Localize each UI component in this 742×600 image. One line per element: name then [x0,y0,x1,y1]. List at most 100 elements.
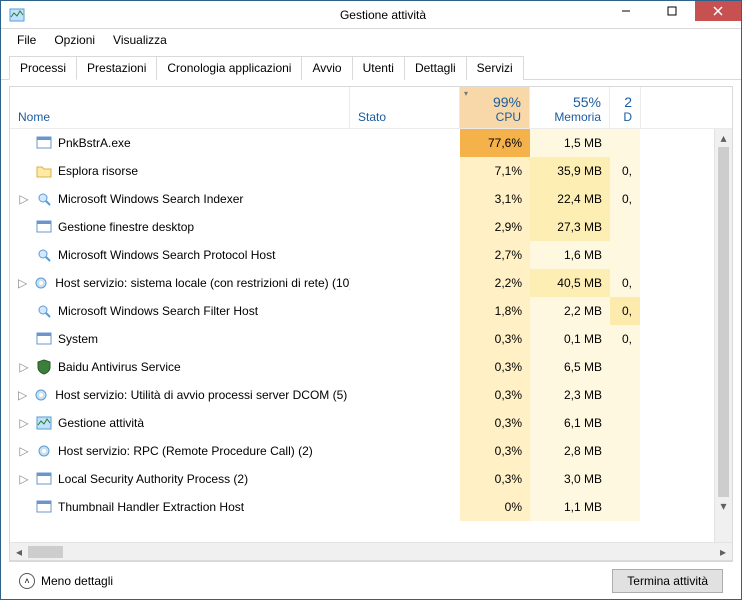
column-name-label: Nome [18,110,50,124]
table-row[interactable]: ▷PnkBstrA.exe77,6%1,5 MB [10,129,714,157]
cell-disk [610,465,640,493]
table-row[interactable]: ▷Esplora risorse7,1%35,9 MB0, [10,157,714,185]
tab-details[interactable]: Dettagli [404,56,467,80]
cell-disk [610,129,640,157]
column-memory[interactable]: 55% Memoria [530,87,610,128]
scroll-thumb-vertical[interactable] [718,147,729,497]
grid-header: Nome Stato ▾ 99% CPU 55% Memoria 2 D [10,87,732,129]
table-row[interactable]: ▷ Host servizio: Utilità di avvio process… [10,381,714,409]
expand-icon[interactable]: ▷ [18,193,30,205]
footer: ˄ Meno dettagli Termina attività [9,561,733,599]
tab-services[interactable]: Servizi [466,56,524,80]
process-name: Gestione attività [58,416,144,430]
scroll-left-button[interactable]: ◂ [10,543,28,561]
table-row[interactable]: ▷ Microsoft Windows Search Indexer 3,1%22,… [10,185,714,213]
minimize-button[interactable] [603,1,649,21]
cell-memory: 3,0 MB [530,465,610,493]
expand-icon[interactable]: ▷ [18,277,27,289]
cell-name: ▷Host servizio: RPC (Remote Procedure Ca… [10,437,350,465]
column-disk[interactable]: 2 D [610,87,640,128]
cell-disk: 0, [610,269,640,297]
gear-icon [36,443,52,459]
process-name: Local Security Authority Process (2) [58,472,248,486]
tab-startup[interactable]: Avvio [301,56,352,80]
process-name: Microsoft Windows Search Indexer [58,192,243,206]
scroll-up-button[interactable]: ▴ [715,129,732,147]
column-memory-label: Memoria [538,110,601,124]
close-button[interactable] [695,1,741,21]
table-row[interactable]: ▷Microsoft Windows Search Protocol Host2… [10,241,714,269]
cell-cpu: 7,1% [460,157,530,185]
process-name: Host servizio: Utilità di avvio processi… [55,388,347,402]
column-cpu[interactable]: ▾ 99% CPU [460,87,530,128]
table-row[interactable]: ▷Host servizio: RPC (Remote Procedure Ca… [10,437,714,465]
cell-memory: 22,4 MB [530,185,610,213]
collapse-icon: ˄ [19,573,35,589]
table-row[interactable]: ▷Local Security Authority Process (2)0,3… [10,465,714,493]
expand-icon[interactable]: ▷ [18,473,30,485]
horizontal-scrollbar[interactable]: ◂ ▸ [10,542,732,560]
expand-icon[interactable]: ▷ [18,417,30,429]
cell-name: ▷ Microsoft Windows Search Indexer [10,185,350,213]
cell-disk: 0, [610,297,640,325]
cell-status [350,241,460,269]
process-name: Host servizio: sistema locale (con restr… [55,276,350,290]
app-icon [36,471,52,487]
vertical-scrollbar[interactable]: ▴ ▾ [714,129,732,542]
cell-disk [610,409,640,437]
tabbar: Processi Prestazioni Cronologia applicaz… [1,51,741,80]
cell-cpu: 0,3% [460,353,530,381]
column-disk-label: D [618,110,632,124]
menu-view[interactable]: Visualizza [105,31,175,49]
tab-users[interactable]: Utenti [352,56,405,80]
expand-icon[interactable]: ▷ [18,445,30,457]
table-row[interactable]: ▷Microsoft Windows Search Filter Host 1,8… [10,297,714,325]
gear-icon [33,275,49,291]
cell-cpu: 0,3% [460,325,530,353]
cell-cpu: 0,3% [460,409,530,437]
column-name[interactable]: Nome [10,87,350,128]
column-status[interactable]: Stato [350,87,460,128]
disk-usage-value: 2 [618,94,632,110]
table-row[interactable]: ▷Baidu Antivirus Service0,3%6,5 MB [10,353,714,381]
scroll-right-button[interactable]: ▸ [714,543,732,561]
process-name: System [58,332,98,346]
cell-cpu: 3,1% [460,185,530,213]
cell-name: ▷ Local Security Authority Process (2) [10,465,350,493]
cell-memory: 0,1 MB [530,325,610,353]
menu-file[interactable]: File [9,31,44,49]
end-task-button[interactable]: Termina attività [612,569,723,593]
table-row[interactable]: ▷ Host servizio: sistema locale (con rest… [10,269,714,297]
column-cpu-label: CPU [468,110,521,124]
cell-cpu: 0,3% [460,437,530,465]
table-row[interactable]: ▷Gestione finestre desktop2,9%27,3 MB [10,213,714,241]
cell-disk [610,241,640,269]
tab-processes[interactable]: Processi [9,56,77,80]
cell-name: ▷Microsoft Windows Search Filter Host [10,297,350,325]
cell-memory: 40,5 MB [530,269,610,297]
scroll-thumb-horizontal[interactable] [28,546,63,558]
hscroll-track[interactable] [28,546,714,558]
menu-options[interactable]: Opzioni [46,31,103,49]
cell-disk [610,213,640,241]
process-name: Baidu Antivirus Service [58,360,181,374]
table-row[interactable]: ▷System0,3%0,1 MB0, [10,325,714,353]
tab-performance[interactable]: Prestazioni [76,56,157,80]
cell-status [350,213,460,241]
cell-name: ▷ Baidu Antivirus Service [10,353,350,381]
table-row[interactable]: ▷Thumbnail Handler Extraction Host0%1,1 … [10,493,714,521]
scroll-down-button[interactable]: ▾ [715,497,732,515]
expand-icon[interactable]: ▷ [18,389,27,401]
cell-cpu: 1,8% [460,297,530,325]
cell-status [350,493,460,521]
expand-icon[interactable]: ▷ [18,361,30,373]
tab-app-history[interactable]: Cronologia applicazioni [156,56,302,80]
less-details-toggle[interactable]: ˄ Meno dettagli [19,573,113,589]
search-icon [36,191,52,207]
cell-name: ▷Esplora risorse [10,157,350,185]
cell-name: ▷Thumbnail Handler Extraction Host [10,493,350,521]
cell-status [350,409,460,437]
table-row[interactable]: ▷Gestione attività0,3%6,1 MB [10,409,714,437]
maximize-button[interactable] [649,1,695,21]
titlebar[interactable]: Gestione attività [1,1,741,29]
